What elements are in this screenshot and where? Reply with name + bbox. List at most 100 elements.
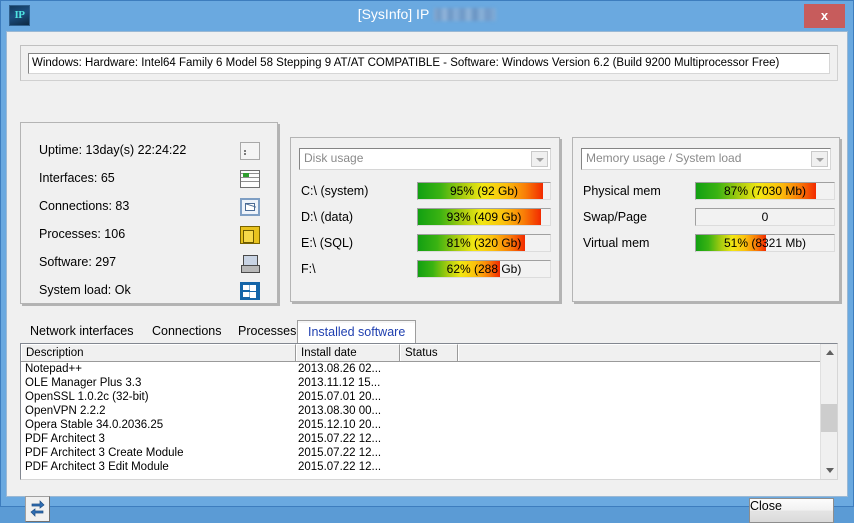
disk-bar-e-value: 81% (320 Gb) <box>446 236 522 250</box>
memory-bar-physical-label: Physical mem <box>583 184 661 198</box>
disk-bar-d-value: 93% (409 Gb) <box>446 210 522 224</box>
chevron-down-icon[interactable] <box>531 151 548 167</box>
close-button[interactable]: Close <box>749 498 834 523</box>
vertical-scrollbar[interactable] <box>820 344 837 479</box>
memory-bar-physical: Physical mem 87% (7030 Mb) <box>583 182 835 202</box>
cell-install-date: 2013.08.26 02... <box>298 363 382 375</box>
cell-install-date: 2013.08.30 00... <box>298 405 382 417</box>
memory-bar-swap-label: Swap/Page <box>583 210 647 224</box>
column-header-install-date[interactable]: Install date <box>296 344 400 361</box>
cell-description: PDF Architect 3 <box>25 433 105 445</box>
cell-description: PDF Architect 3 Edit Module <box>25 461 169 473</box>
memory-bar-swap-track: 0 <box>695 208 835 226</box>
stat-interfaces: Interfaces: 65 <box>39 171 115 185</box>
table-row[interactable]: PDF Architect 3 2015.07.22 12... <box>21 432 820 446</box>
package-box-icon <box>240 226 260 244</box>
memory-usage-combo[interactable]: Memory usage / System load <box>581 148 831 170</box>
cell-description: Notepad++ <box>25 363 82 375</box>
cell-install-date: 2015.07.22 12... <box>298 433 382 445</box>
stat-system-load: System load: Ok <box>39 283 131 297</box>
tab-connections[interactable]: Connections <box>142 320 232 343</box>
sysinfo-window: IP [SysInfo] IP x Windows: Hardware: Int… <box>0 0 854 523</box>
window-title: [SysInfo] IP <box>1 6 853 22</box>
memory-bar-swap: Swap/Page 0 <box>583 208 835 228</box>
scroll-down-icon[interactable] <box>821 462 837 479</box>
memory-bar-physical-track: 87% (7030 Mb) <box>695 182 835 200</box>
table-row[interactable]: OpenVPN 2.2.2 2013.08.30 00... <box>21 404 820 418</box>
scroll-up-icon[interactable] <box>821 344 837 361</box>
disk-bar-c: C:\ (system) 95% (92 Gb) <box>301 182 551 202</box>
refresh-button[interactable] <box>25 496 50 522</box>
stat-software: Software: 297 <box>39 255 117 269</box>
list-header: Description Install date Status <box>21 344 837 362</box>
table-row[interactable]: Opera Stable 34.0.2036.25 2015.12.10 20.… <box>21 418 820 432</box>
cell-description: PDF Architect 3 Create Module <box>25 447 184 459</box>
disk-usage-panel: Disk usage C:\ (system) 95% (92 Gb) D:\ … <box>290 137 560 302</box>
cell-install-date: 2015.12.10 20... <box>298 419 382 431</box>
disk-usage-combo[interactable]: Disk usage <box>299 148 551 170</box>
memory-bar-physical-value: 87% (7030 Mb) <box>723 184 807 198</box>
disk-bar-d-track: 93% (409 Gb) <box>417 208 551 226</box>
redacted-ip-address <box>434 8 497 21</box>
disk-bar-d-label: D:\ (data) <box>301 210 354 224</box>
table-row[interactable]: OLE Manager Plus 3.3 2013.11.12 15... <box>21 376 820 390</box>
cell-description: OpenVPN 2.2.2 <box>25 405 106 417</box>
disk-bar-e-label: E:\ (SQL) <box>301 236 354 250</box>
table-row[interactable]: Notepad++ 2013.08.26 02... <box>21 362 820 376</box>
tab-strip: Network interfaces Connections Processes… <box>20 320 838 344</box>
disk-usage-combo-value: Disk usage <box>304 151 364 165</box>
column-header-description[interactable]: Description <box>21 344 296 361</box>
stat-connections: Connections: 83 <box>39 199 130 213</box>
disk-bar-c-track: 95% (92 Gb) <box>417 182 551 200</box>
memory-bar-virtual-track: 51% (8321 Mb) <box>695 234 835 252</box>
disk-bar-c-value: 95% (92 Gb) <box>449 184 519 198</box>
cell-install-date: 2015.07.22 12... <box>298 461 382 473</box>
cell-install-date: 2015.07.01 20... <box>298 391 382 403</box>
disk-bar-f-track: 62% (288 Gb) <box>417 260 551 278</box>
cell-install-date: 2013.11.12 15... <box>298 377 381 389</box>
tab-processes[interactable]: Processes <box>228 320 307 343</box>
disk-bar-f: F:\ 62% (288 Gb) <box>301 260 551 280</box>
cell-description: OpenSSL 1.0.2c (32-bit) <box>25 391 149 403</box>
window-title-text: [SysInfo] IP <box>357 6 430 22</box>
column-header-status[interactable]: Status <box>400 344 458 361</box>
computer-icon <box>240 254 260 273</box>
memory-bar-swap-value: 0 <box>761 210 769 224</box>
disk-bar-e: E:\ (SQL) 81% (320 Gb) <box>301 234 551 254</box>
tab-installed-software[interactable]: Installed software <box>297 320 417 343</box>
table-row[interactable]: PDF Architect 3 Create Module 2015.07.22… <box>21 446 820 460</box>
memory-usage-panel: Memory usage / System load Physical mem … <box>572 137 840 302</box>
disk-bar-c-label: C:\ (system) <box>301 184 369 198</box>
disk-bar-e-track: 81% (320 Gb) <box>417 234 551 252</box>
scrollbar-thumb[interactable] <box>821 404 837 432</box>
cell-description: Opera Stable 34.0.2036.25 <box>25 419 164 431</box>
windows-logo-icon <box>240 282 260 300</box>
monitor-chart-icon <box>240 142 260 160</box>
memory-usage-combo-value: Memory usage / System load <box>586 151 742 165</box>
stat-processes: Processes: 106 <box>39 227 126 241</box>
table-row[interactable]: PDF Architect 3 Edit Module 2015.07.22 1… <box>21 460 820 474</box>
memory-bar-virtual-value: 51% (8321 Mb) <box>723 236 807 250</box>
client-area: Windows: Hardware: Intel64 Family 6 Mode… <box>6 31 848 523</box>
document-list-icon <box>240 170 260 188</box>
system-info-banner: Windows: Hardware: Intel64 Family 6 Mode… <box>20 45 838 81</box>
refresh-icon <box>30 500 45 517</box>
memory-bar-virtual-label: Virtual mem <box>583 236 650 250</box>
window-close-button[interactable]: x <box>804 4 845 28</box>
title-bar: IP [SysInfo] IP x <box>1 1 853 31</box>
envelope-icon <box>240 198 260 216</box>
disk-bar-f-value: 62% (288 Gb) <box>446 262 522 276</box>
disk-bar-d: D:\ (data) 93% (409 Gb) <box>301 208 551 228</box>
list-body[interactable]: Notepad++ 2013.08.26 02... OLE Manager P… <box>21 362 820 479</box>
column-header-filler <box>458 344 822 361</box>
cell-description: OLE Manager Plus 3.3 <box>25 377 142 389</box>
stat-uptime: Uptime: 13day(s) 22:24:22 <box>39 143 187 157</box>
software-list: Description Install date Status Notepad+… <box>20 343 838 480</box>
table-row[interactable]: OpenSSL 1.0.2c (32-bit) 2015.07.01 20... <box>21 390 820 404</box>
summary-panel: Uptime: 13day(s) 22:24:22 Interfaces: 65… <box>20 122 278 304</box>
memory-bar-virtual: Virtual mem 51% (8321 Mb) <box>583 234 835 254</box>
disk-bar-f-label: F:\ <box>301 262 316 276</box>
tab-network-interfaces[interactable]: Network interfaces <box>20 320 144 343</box>
chevron-down-icon[interactable] <box>811 151 828 167</box>
system-info-text[interactable]: Windows: Hardware: Intel64 Family 6 Mode… <box>28 53 830 74</box>
